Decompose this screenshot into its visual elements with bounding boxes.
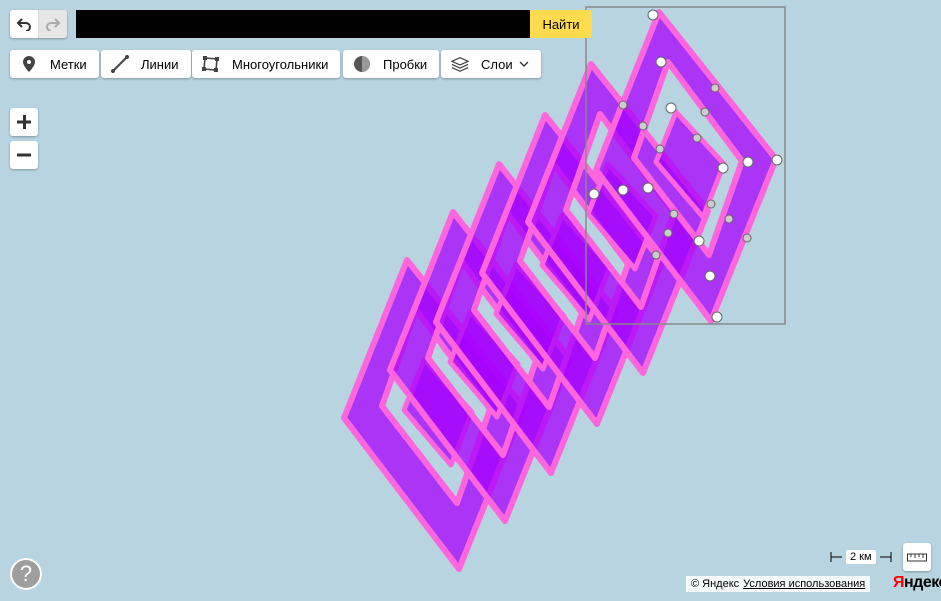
find-button[interactable]: Найти bbox=[530, 10, 592, 38]
help-button[interactable]: ? bbox=[10, 558, 42, 590]
zoom-out-button[interactable] bbox=[10, 141, 38, 169]
logo-rest: ндекс bbox=[904, 574, 941, 591]
map-canvas[interactable] bbox=[0, 0, 941, 601]
copyright-text: © Яндекс bbox=[691, 578, 740, 590]
chevron-down-icon bbox=[519, 61, 529, 67]
search-input[interactable] bbox=[76, 10, 530, 38]
scale-bar: 2 км bbox=[830, 549, 892, 565]
lines-label: Линии bbox=[141, 56, 179, 72]
undo-redo-group bbox=[10, 10, 67, 38]
polygon-icon bbox=[202, 55, 220, 73]
traffic-button[interactable]: Пробки bbox=[343, 50, 440, 78]
search-field[interactable] bbox=[76, 10, 530, 38]
traffic-label: Пробки bbox=[383, 56, 428, 72]
redo-icon bbox=[46, 18, 61, 31]
polygons-button[interactable]: Многоугольники bbox=[192, 50, 341, 78]
zoom-in-button[interactable] bbox=[10, 108, 38, 136]
plus-icon bbox=[17, 115, 31, 129]
layers-label: Слои bbox=[481, 56, 513, 72]
polygons-label: Многоугольники bbox=[232, 56, 329, 72]
line-icon bbox=[111, 55, 129, 73]
undo-button[interactable] bbox=[10, 10, 38, 38]
terms-link[interactable]: Условия использования bbox=[743, 576, 865, 592]
ruler-button[interactable] bbox=[903, 543, 931, 571]
lines-button[interactable]: Линии bbox=[101, 50, 191, 78]
placemarks-button[interactable]: Метки bbox=[10, 50, 99, 78]
copyright-bar: © Яндекс Условия использования bbox=[686, 576, 871, 592]
layers-icon bbox=[451, 55, 469, 73]
logo-first-letter: Я bbox=[893, 574, 905, 591]
placemark-icon bbox=[20, 55, 38, 73]
minus-icon bbox=[17, 153, 31, 157]
ruler-icon bbox=[907, 553, 927, 562]
redo-button[interactable] bbox=[38, 10, 67, 38]
placemarks-label: Метки bbox=[50, 56, 87, 72]
traffic-icon bbox=[353, 55, 371, 73]
layers-button[interactable]: Слои bbox=[441, 50, 541, 78]
yandex-logo[interactable]: Яндекс bbox=[893, 574, 941, 592]
scale-label: 2 км bbox=[846, 550, 876, 564]
undo-icon bbox=[16, 18, 31, 31]
